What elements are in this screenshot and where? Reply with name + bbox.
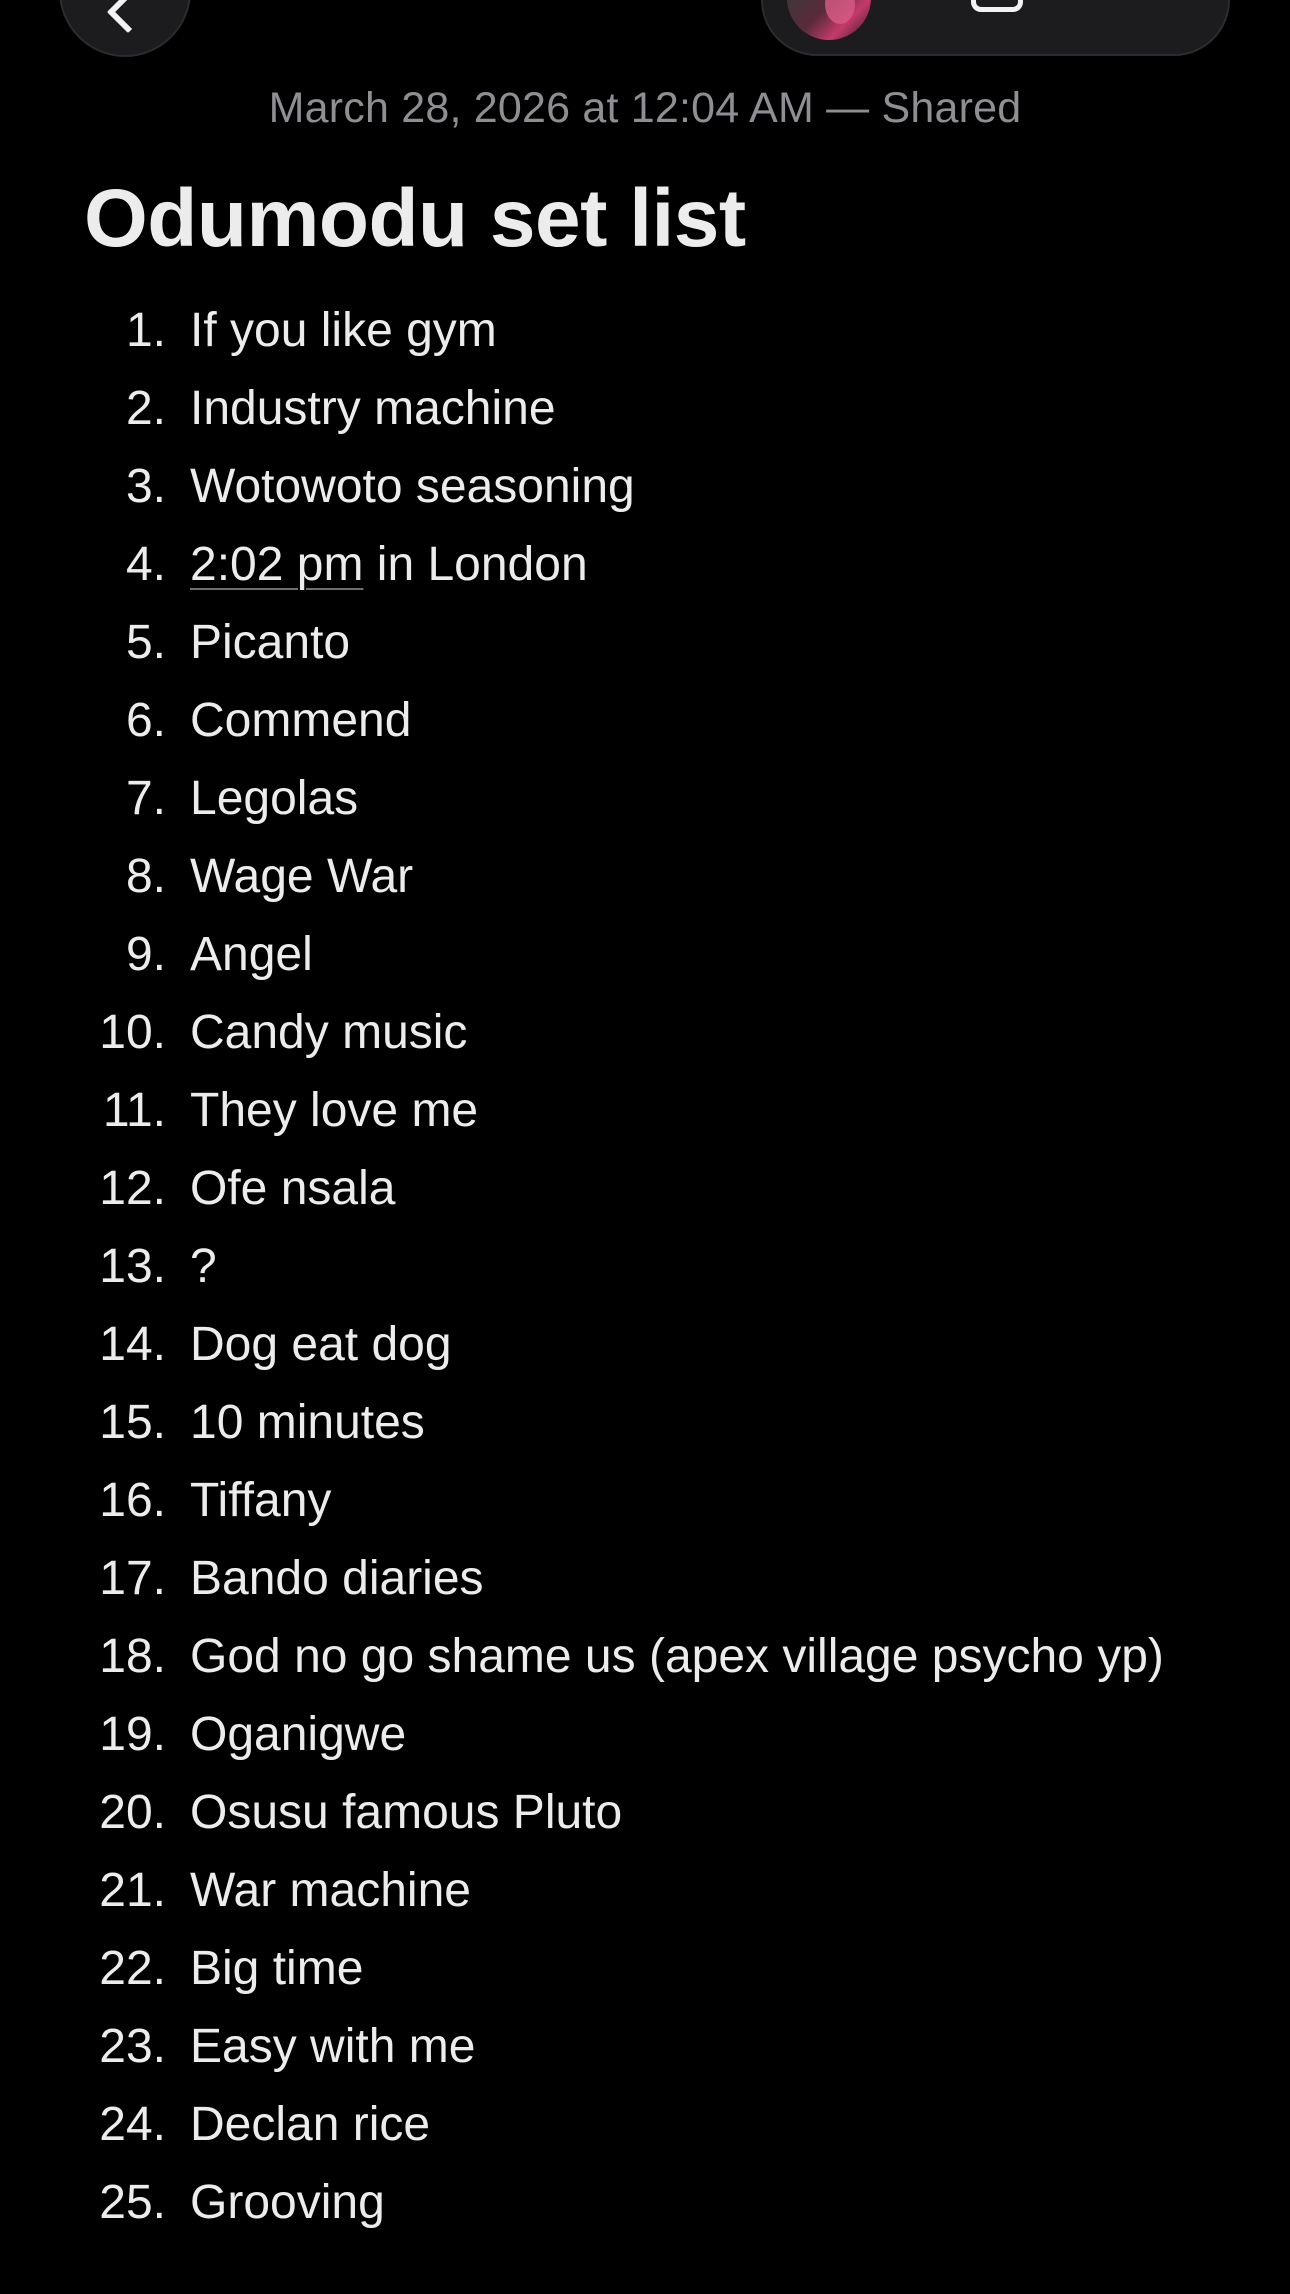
list-item-text: 10 minutes: [190, 1396, 425, 1449]
list-item-number: 6.: [125, 694, 166, 747]
list-item[interactable]: 23. Easy with me: [0, 2008, 1290, 2086]
list-item[interactable]: 13.?: [0, 1228, 1290, 1306]
list-item-number: 8.: [125, 850, 166, 903]
list-item-number: 15.: [99, 1396, 166, 1449]
list-item-text: War machine: [190, 1864, 471, 1917]
list-item-text: They love me: [190, 1084, 479, 1137]
list-item[interactable]: 16. Tiffany: [0, 1462, 1290, 1540]
note-timestamp: March 28, 2026 at 12:04 AM — Shared: [268, 84, 1022, 132]
list-item-text: Dog eat dog: [190, 1318, 452, 1371]
note-actions-pill: [761, 0, 1230, 56]
note-title[interactable]: Odumodu set list: [84, 172, 746, 266]
list-item-number: 22.: [99, 1942, 166, 1995]
list-item-number: 1.: [125, 304, 166, 357]
list-item-text: 2:02 pm in London: [190, 526, 1190, 604]
list-item-number: 24.: [99, 2098, 166, 2151]
list-item-number: 5.: [125, 616, 166, 669]
list-item-number: 25.: [99, 2176, 166, 2229]
list-item-text: Bando diaries: [190, 1552, 484, 1605]
list-item-number: 17.: [99, 1552, 166, 1605]
list-item-text: Industry machine: [190, 382, 556, 435]
list-item[interactable]: 6. Commend: [0, 682, 1290, 760]
list-item[interactable]: 8. Wage War: [0, 838, 1290, 916]
list-item-text: Tiffany: [190, 1474, 332, 1527]
list-item[interactable]: 1. If you like gym: [0, 292, 1290, 370]
list-item-text: Picanto: [190, 616, 351, 669]
list-item[interactable]: 11. They love me: [0, 1072, 1290, 1150]
list-item-number: 11.: [102, 1084, 166, 1137]
list-item-text: If you like gym: [190, 304, 497, 357]
list-item-text: Oganigwe: [190, 1708, 407, 1761]
list-item[interactable]: 14. Dog eat dog: [0, 1306, 1290, 1384]
list-item-text: Osusu famous Pluto: [190, 1786, 623, 1839]
list-item-text: Candy music: [190, 1006, 468, 1059]
time-link[interactable]: 2:02 pm: [190, 538, 363, 591]
list-item[interactable]: 25. Grooving: [0, 2164, 1290, 2242]
list-item-number: 14.: [99, 1318, 166, 1371]
list-item[interactable]: 7. Legolas: [0, 760, 1290, 838]
list-item-number: 12.: [99, 1162, 166, 1215]
list-item[interactable]: 20. Osusu famous Pluto: [0, 1774, 1290, 1852]
list-item[interactable]: 17. Bando diaries: [0, 1540, 1290, 1618]
list-item-text: Easy with me: [190, 2020, 476, 2073]
list-item-text: Ofe nsala: [190, 1162, 396, 1215]
list-item[interactable]: 2. Industry machine: [0, 370, 1290, 448]
list-item[interactable]: 21. War machine: [0, 1852, 1290, 1930]
list-item-number: 18.: [99, 1630, 166, 1683]
list-item[interactable]: 15. 10 minutes: [0, 1384, 1290, 1462]
list-item-text: Wage War: [190, 850, 414, 903]
list-item[interactable]: 10. Candy music: [0, 994, 1290, 1072]
list-item-number: 19.: [99, 1708, 166, 1761]
list-item[interactable]: 12. Ofe nsala: [0, 1150, 1290, 1228]
share-icon[interactable]: [971, 0, 1023, 12]
list-item[interactable]: 18. God no go shame us (apex village psyc…: [0, 1618, 1290, 1696]
list-item-text-rest: in London: [363, 538, 588, 591]
list-item-number: 21.: [99, 1864, 166, 1917]
list-item-text: Grooving: [190, 2176, 385, 2229]
list-item-number: 23.: [99, 2020, 166, 2073]
chevron-left-icon: [106, 0, 150, 34]
list-item-number: 2.: [125, 382, 166, 435]
list-item-text: Angel: [190, 928, 313, 981]
list-item-number: 10.: [99, 1006, 166, 1059]
list-item-text: Legolas: [190, 772, 359, 825]
list-item[interactable]: 3. Wotowoto seasoning: [0, 448, 1290, 526]
list-item-text: Declan rice: [190, 2098, 431, 2151]
list-item-text: Commend: [190, 694, 412, 747]
set-list[interactable]: 1. If you like gym 2. Industry machine 3. Wot…: [0, 292, 1290, 2242]
list-item[interactable]: 9. Angel: [0, 916, 1290, 994]
list-item-text: God no go shame us (apex village psycho …: [190, 1630, 1164, 1683]
list-item-number: 9.: [125, 928, 166, 981]
list-item-number: 20.: [99, 1786, 166, 1839]
list-item[interactable]: 19. Oganigwe: [0, 1696, 1290, 1774]
list-item-text: ?: [190, 1240, 217, 1293]
list-item[interactable]: 5. Picanto: [0, 604, 1290, 682]
list-item-text: Big time: [190, 1942, 364, 1995]
list-item[interactable]: 22. Big time: [0, 1930, 1290, 2008]
list-item-number: 16.: [99, 1474, 166, 1527]
list-item[interactable]: 24. Declan rice: [0, 2086, 1290, 2164]
list-item[interactable]: 4. 2:02 pm in London: [0, 526, 1290, 604]
list-item-number: 3.: [125, 460, 166, 513]
back-button[interactable]: [59, 0, 191, 57]
avatar[interactable]: [787, 0, 871, 40]
list-item-text: Wotowoto seasoning: [190, 460, 635, 513]
list-item-number: 4.: [125, 538, 166, 591]
list-item-number: 7.: [125, 772, 166, 825]
list-item-number: 13.: [99, 1240, 166, 1293]
